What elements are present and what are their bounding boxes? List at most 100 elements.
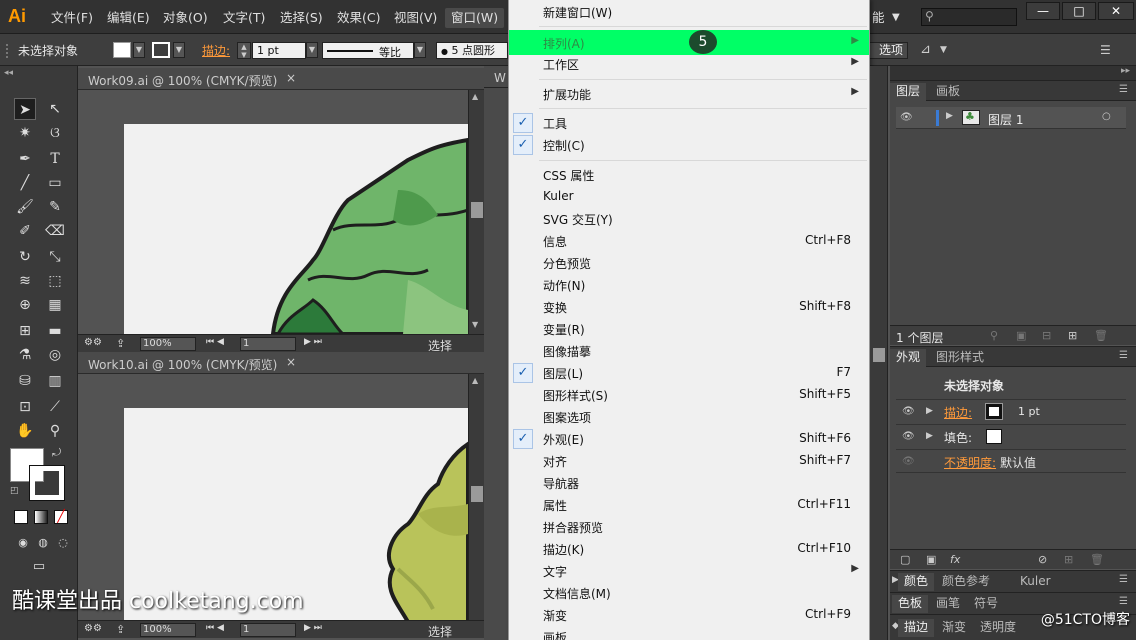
options-button[interactable]: 选项 [866, 42, 908, 59]
vertical-scrollbar-2[interactable]: ▲ [468, 374, 484, 622]
panel-menu-icon[interactable]: ☰ [1119, 574, 1128, 585]
close-button[interactable]: ✕ [1098, 2, 1134, 20]
first-page-icon[interactable]: ⏮ ◀ [206, 337, 224, 347]
type-tool-icon[interactable]: T [44, 148, 66, 170]
close-icon[interactable]: × [286, 71, 296, 85]
tab-symbols[interactable]: 符号 [968, 595, 1004, 613]
panel-menu-icon[interactable]: ☰ [1119, 596, 1128, 607]
menu-item-navigator[interactable]: 导航器 [509, 472, 869, 494]
menu-file[interactable]: 文件(F) [51, 8, 93, 28]
direct-selection-tool-icon[interactable]: ↖ [44, 98, 66, 120]
scroll-thumb-2[interactable] [471, 486, 483, 502]
menu-item-separations[interactable]: 分色预览 [509, 252, 869, 274]
swap-colors-icon[interactable]: ⤾ [52, 446, 61, 460]
menu-item-arrange[interactable]: 排列(A) 5 ▶ [509, 30, 869, 55]
share-icon[interactable]: ⇪ [116, 337, 125, 350]
canvas-1[interactable] [78, 90, 468, 334]
delete-layer-icon[interactable]: 🗑 [1094, 329, 1108, 342]
collapse-arrows-icon[interactable]: ◂◂ [4, 68, 13, 78]
hand-tool-icon[interactable]: ✋ [14, 420, 36, 442]
menu-view[interactable]: 视图(V) [394, 8, 437, 28]
next-page-icon[interactable]: ▶ ⏭ [304, 623, 322, 633]
menu-item-kuler[interactable]: Kuler [509, 186, 869, 208]
locate-object-icon[interactable]: ⚲ [990, 329, 998, 342]
tab-transparency[interactable]: 透明度 [974, 619, 1022, 637]
new-sublayer-icon[interactable]: ⊟ [1042, 329, 1051, 342]
menu-effect[interactable]: 效果(C) [337, 8, 380, 28]
panel-menu-icon[interactable]: ☰ [1119, 84, 1128, 95]
menu-item-align[interactable]: 对齐 Shift+F7 [509, 450, 869, 472]
color-mode-icon[interactable] [14, 510, 28, 524]
rotate-tool-icon[interactable]: ↻ [14, 246, 36, 268]
magic-wand-icon[interactable]: ✷ [14, 122, 36, 144]
page-field-1[interactable]: 1 [240, 337, 296, 351]
profile-dropdown-icon[interactable]: ▼ [414, 42, 426, 58]
menu-item-transform[interactable]: 变换 Shift+F8 [509, 296, 869, 318]
tab-appearance[interactable]: 外观 [890, 349, 927, 367]
tab-color[interactable]: 颜色 [898, 573, 935, 591]
grip-handle[interactable] [6, 44, 10, 58]
tab-kuler[interactable]: Kuler [1014, 573, 1057, 591]
page-field-2[interactable]: 1 [240, 623, 296, 637]
minimize-button[interactable]: — [1026, 2, 1060, 20]
expand-arrows-icon[interactable]: ▸▸ [1121, 66, 1130, 76]
fill-swatch[interactable] [986, 429, 1002, 444]
menu-item-workspace[interactable]: 工作区 ▶ [509, 53, 869, 75]
menu-item-new-window[interactable]: 新建窗口(W) [509, 1, 869, 23]
pencil-icon[interactable]: ✎ [44, 196, 66, 218]
scale-tool-icon[interactable]: ⤡ [44, 246, 66, 268]
selection-tool-icon[interactable]: ➤ [14, 98, 36, 120]
isolate-icon[interactable]: ⊿ [920, 42, 931, 57]
help-search-input[interactable]: ⚲ [921, 8, 1017, 26]
next-page-icon[interactable]: ▶ ⏭ [304, 337, 322, 347]
zoom-field-2[interactable]: 100% [140, 623, 196, 637]
appearance-opacity-row[interactable]: 👁 不透明度: 默认值 [896, 449, 1126, 473]
menu-object[interactable]: 对象(O) [163, 8, 208, 28]
duplicate-item-icon[interactable]: ⊞ [1064, 553, 1073, 566]
stroke-color-swatch[interactable] [29, 465, 65, 501]
symbol-sprayer-icon[interactable]: ⛁ [14, 370, 36, 392]
free-transform-icon[interactable]: ⬚ [44, 270, 66, 292]
document-tab-1[interactable]: Work09.ai @ 100% (CMYK/预览) × [78, 68, 484, 90]
default-colors-icon[interactable]: ◰ [10, 486, 19, 496]
mesh-tool-icon[interactable]: ⊞ [14, 320, 36, 342]
target-circle-icon[interactable]: ○ [1102, 111, 1111, 122]
menu-item-type[interactable]: 文字 ▶ [509, 560, 869, 582]
menu-item-actions[interactable]: 动作(N) [509, 274, 869, 296]
menu-item-variables[interactable]: 变量(R) [509, 318, 869, 340]
third-doc-tab-partial[interactable]: W [484, 68, 508, 88]
column-graph-icon[interactable]: ▥ [44, 370, 66, 392]
panel-resize-handle[interactable] [873, 348, 885, 362]
pen-tool-icon[interactable]: ✒ [14, 148, 36, 170]
menu-item-tools[interactable]: ✓ 工具 [509, 112, 869, 134]
expand-triangle-icon[interactable]: ▶ [926, 431, 933, 441]
appearance-stroke-row[interactable]: 👁 ▶ 描边: 1 pt [896, 399, 1126, 423]
tab-layers[interactable]: 图层 [890, 83, 927, 101]
eraser-icon[interactable]: ⌫ [44, 220, 66, 242]
menu-item-gradient[interactable]: 渐变 Ctrl+F9 [509, 604, 869, 626]
tab-gradient[interactable]: 渐变 [936, 619, 972, 637]
maximize-button[interactable]: □ [1062, 2, 1096, 20]
menu-item-svg[interactable]: SVG 交互(Y) [509, 208, 869, 230]
visibility-eye-icon[interactable]: 👁 [902, 406, 915, 417]
menu-window[interactable]: 窗口(W) [445, 8, 505, 28]
line-tool-icon[interactable]: ╱ [14, 172, 36, 194]
screen-mode-icon[interactable]: ▭ [28, 556, 50, 578]
draw-inside-icon[interactable]: ◌ [52, 532, 74, 554]
visibility-eye-icon[interactable]: 👁 [902, 431, 915, 442]
stroke-weight-field[interactable]: 1 pt [252, 42, 306, 59]
expand-triangle-icon[interactable]: ▶ [946, 111, 953, 121]
panel-menu-icon[interactable]: ☰ [1119, 350, 1128, 361]
blend-tool-icon[interactable]: ◎ [44, 344, 66, 366]
isolate-dropdown-icon[interactable]: ▼ [940, 45, 947, 55]
fill-dropdown-icon[interactable]: ▼ [133, 42, 145, 58]
eyedropper-icon[interactable]: ⚗ [14, 344, 36, 366]
menu-select[interactable]: 选择(S) [280, 8, 323, 28]
workspace-switcher[interactable]: 能 [872, 8, 885, 28]
draw-normal-icon[interactable]: ◉ [12, 532, 34, 554]
appearance-fill-row[interactable]: 👁 ▶ 填色: [896, 424, 1126, 448]
slice-tool-icon[interactable]: ⟋ [44, 396, 66, 418]
menu-type[interactable]: 文字(T) [223, 8, 265, 28]
menu-item-document-info[interactable]: 文档信息(M) [509, 582, 869, 604]
menu-item-pattern-options[interactable]: 图案选项 [509, 406, 869, 428]
